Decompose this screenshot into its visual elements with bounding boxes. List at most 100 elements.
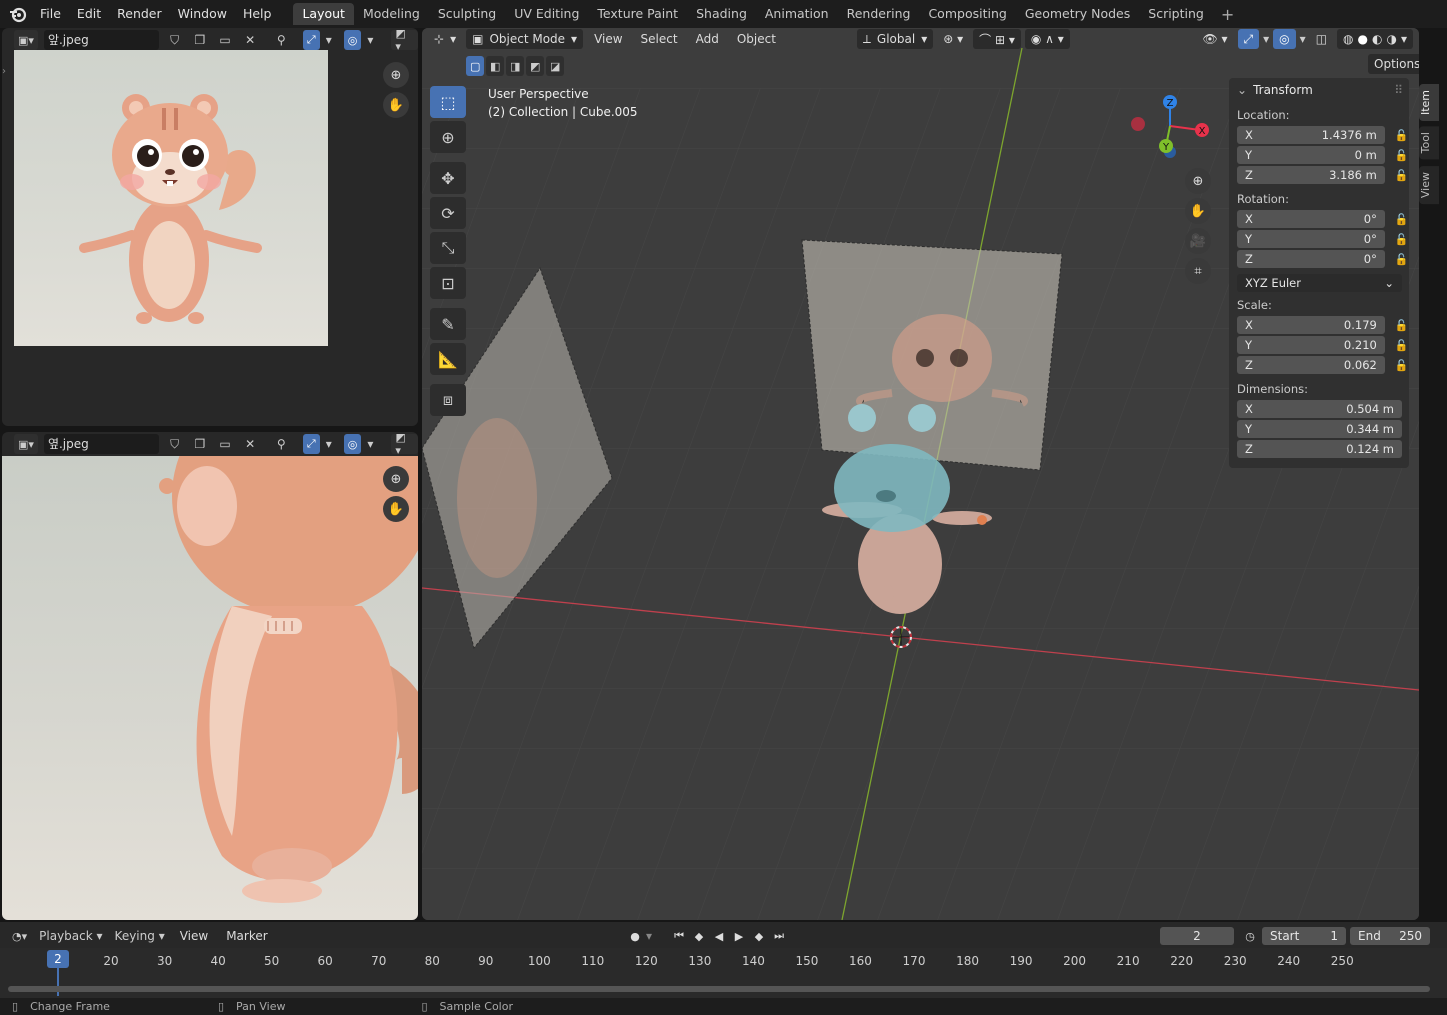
lock-icon[interactable]: 🔓	[1395, 129, 1409, 143]
drag-handle-icon[interactable]: ⠿	[1394, 83, 1403, 97]
collapse-arrow-icon[interactable]: ›	[2, 66, 6, 77]
chevron-down-icon[interactable]: ▾	[367, 437, 373, 451]
move-tool-icon[interactable]: ✥	[430, 162, 466, 194]
wireframe-shading-icon[interactable]: ◍	[1343, 32, 1353, 46]
chevron-down-icon[interactable]: ▾	[1401, 32, 1407, 46]
zoom-view-icon[interactable]: ⊕	[1185, 168, 1211, 194]
duplicate-image-icon[interactable]: ❐	[190, 434, 209, 454]
overlay-toggle[interactable]: ◎	[343, 434, 362, 454]
tab-uv-editing[interactable]: UV Editing	[505, 3, 588, 25]
timeline-scrollbar[interactable]	[8, 986, 1430, 992]
chevron-down-icon[interactable]: ▾	[646, 929, 652, 943]
menu-render[interactable]: Render	[109, 0, 170, 28]
editor-type-dropdown[interactable]: ⊹ ▾	[428, 29, 462, 49]
lock-icon[interactable]: 🔓	[1395, 233, 1409, 247]
menu-select[interactable]: Select	[634, 32, 685, 46]
add-cube-tool-icon[interactable]: ⧈	[430, 384, 466, 416]
rotation-y-field[interactable]: Y 0°	[1237, 230, 1385, 248]
select-subtract-icon[interactable]: ◨	[506, 56, 524, 76]
tab-geometry-nodes[interactable]: Geometry Nodes	[1016, 3, 1139, 25]
camera-view-icon[interactable]: 🎥	[1185, 228, 1211, 254]
jump-to-end-icon[interactable]: ⏭	[770, 927, 788, 945]
start-frame-field[interactable]: Start 1	[1262, 927, 1346, 945]
mode-dropdown[interactable]: ▣ Object Mode ▾	[466, 29, 584, 49]
gizmo-toggle[interactable]: ⤢	[302, 434, 320, 454]
chevron-down-icon[interactable]: ▾	[367, 33, 373, 47]
tab-animation[interactable]: Animation	[756, 3, 838, 25]
tab-texture-paint[interactable]: Texture Paint	[588, 3, 687, 25]
scale-y-field[interactable]: Y 0.210	[1237, 336, 1385, 354]
select-invert-icon[interactable]: ◩	[526, 56, 544, 76]
dimensions-x-field[interactable]: X 0.504 m	[1237, 400, 1402, 418]
display-channels-dropdown[interactable]: ◩ ▾	[391, 28, 418, 53]
lock-icon[interactable]: 🔓	[1395, 149, 1409, 163]
lock-icon[interactable]: 🔓	[1395, 359, 1409, 373]
scale-z-field[interactable]: Z 0.062	[1237, 356, 1385, 374]
transform-tool-icon[interactable]: ⊡	[430, 267, 466, 299]
editor-type-dropdown[interactable]: ◔ ▾	[8, 926, 31, 946]
location-x-field[interactable]: X 1.4376 m	[1237, 126, 1385, 144]
menu-view[interactable]: View	[587, 32, 629, 46]
chevron-down-icon[interactable]: ▾	[1263, 32, 1269, 46]
play-icon[interactable]: ▶	[730, 927, 748, 945]
select-extend-icon[interactable]: ◧	[486, 56, 504, 76]
visibility-eye-icon[interactable]: 👁 ▾	[1196, 29, 1233, 49]
pivot-point-dropdown[interactable]: ⊛ ▾	[937, 29, 969, 49]
select-intersect-icon[interactable]: ◪	[546, 56, 564, 76]
lock-icon[interactable]: 🔓	[1395, 319, 1409, 333]
gizmo-toggle[interactable]: ⤢	[1237, 29, 1260, 49]
next-keyframe-icon[interactable]: ◆	[750, 927, 768, 945]
location-z-field[interactable]: Z 3.186 m	[1237, 166, 1385, 184]
fake-user-shield-icon[interactable]: ⛉	[165, 434, 184, 454]
display-channels-dropdown[interactable]: ◩ ▾	[391, 432, 418, 457]
chevron-down-icon[interactable]: ▾	[326, 33, 332, 47]
navigation-gizmo[interactable]: Z X Y	[1122, 90, 1212, 170]
pan-view-hand-icon[interactable]: ✋	[1185, 198, 1211, 224]
dimensions-z-field[interactable]: Z 0.124 m	[1237, 440, 1402, 458]
auto-keying-record-icon[interactable]: ●	[626, 927, 644, 945]
rotate-tool-icon[interactable]: ⟳	[430, 197, 466, 229]
pan-view-hand-icon[interactable]: ✋	[383, 496, 409, 522]
scale-tool-icon[interactable]: ⤡	[430, 232, 466, 264]
pin-icon[interactable]: ⚲	[272, 30, 291, 50]
rotation-z-field[interactable]: Z 0°	[1237, 250, 1385, 268]
editor-type-dropdown[interactable]: ▣ ▾	[14, 434, 38, 454]
shading-mode-buttons[interactable]: ◍ ● ◐ ◑ ▾	[1337, 29, 1413, 49]
playhead[interactable]: 2	[47, 950, 69, 968]
transform-header[interactable]: ⌄ Transform ⠿	[1229, 78, 1409, 102]
rotation-mode-dropdown[interactable]: XYZ Euler ⌄	[1237, 274, 1402, 292]
end-frame-field[interactable]: End 250	[1350, 927, 1430, 945]
frame-ruler[interactable]: 1020304050607080901001101201301401501601…	[0, 948, 1447, 998]
playback-menu[interactable]: Playback ▾	[35, 926, 106, 946]
tab-rendering[interactable]: Rendering	[838, 3, 920, 25]
location-y-field[interactable]: Y0 m	[1237, 146, 1385, 164]
rendered-shading-icon[interactable]: ◑	[1386, 32, 1396, 46]
menu-file[interactable]: File	[32, 0, 69, 28]
image-name-field[interactable]: 앞.jpeg	[43, 30, 160, 50]
prev-keyframe-icon[interactable]: ◆	[690, 927, 708, 945]
snap-toggle[interactable]: ⌒ ⊞ ▾	[973, 29, 1021, 49]
rotation-x-field[interactable]: X 0°	[1237, 210, 1385, 228]
select-new-icon[interactable]: ▢	[466, 56, 484, 76]
annotate-tool-icon[interactable]: ✎	[430, 308, 466, 340]
preview-range-clock-icon[interactable]: ◷	[1241, 927, 1259, 945]
pan-view-hand-icon[interactable]: ✋	[383, 92, 409, 118]
editor-type-dropdown[interactable]: ▣ ▾	[14, 30, 38, 50]
keying-menu[interactable]: Keying ▾	[111, 926, 169, 946]
menu-edit[interactable]: Edit	[69, 0, 109, 28]
tab-tool[interactable]: Tool	[1419, 126, 1439, 160]
overlay-toggle[interactable]: ◎	[1273, 29, 1296, 49]
tab-layout[interactable]: Layout	[293, 3, 354, 25]
gizmo-neg-x[interactable]	[1131, 117, 1145, 131]
open-folder-icon[interactable]: ▭	[215, 434, 234, 454]
options-dropdown[interactable]: Options▾	[1368, 54, 1419, 74]
menu-window[interactable]: Window	[170, 0, 235, 28]
tab-modeling[interactable]: Modeling	[354, 3, 429, 25]
tab-compositing[interactable]: Compositing	[919, 3, 1015, 25]
marker-menu[interactable]: Marker	[219, 929, 274, 943]
open-folder-icon[interactable]: ▭	[215, 30, 234, 50]
blender-logo-icon[interactable]	[4, 0, 32, 28]
material-shading-icon[interactable]: ◐	[1372, 32, 1382, 46]
lock-icon[interactable]: 🔓	[1395, 213, 1409, 227]
image-name-field[interactable]: 옆.jpeg	[43, 434, 160, 454]
